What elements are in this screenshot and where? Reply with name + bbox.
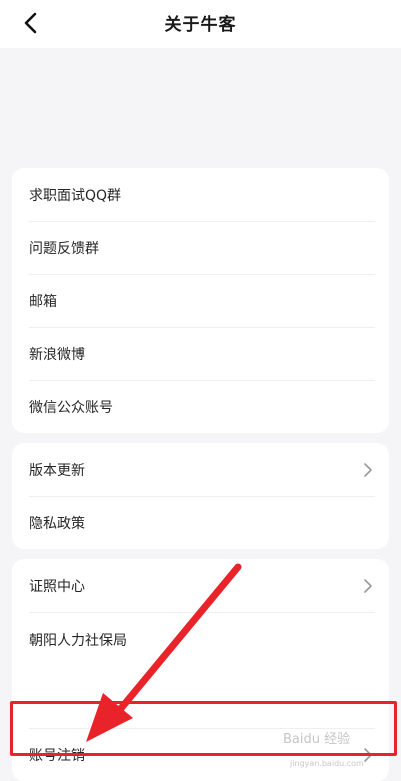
- list-item-email[interactable]: 邮箱: [12, 274, 389, 327]
- list-item-label: 朝阳人力社保局: [29, 633, 127, 649]
- navigation-bar: 关于牛客: [0, 0, 401, 48]
- list-item-label: 新浪微博: [29, 346, 85, 363]
- list-item-label: 微信公众账号: [29, 399, 113, 416]
- list-item-version-update[interactable]: 版本更新: [12, 443, 389, 496]
- watermark-url: jingyan.baidu.com: [290, 759, 364, 768]
- list-item-label: 求职面试QQ群: [29, 187, 122, 204]
- list-item-label: 证照中心: [29, 578, 85, 595]
- list-item-label: 邮箱: [29, 293, 57, 310]
- chevron-right-icon: [364, 462, 372, 477]
- page-title: 关于牛客: [164, 15, 237, 35]
- list-item-label: 问题反馈群: [29, 240, 99, 257]
- list-item-license-center[interactable]: 证照中心: [12, 559, 389, 612]
- list-item-privacy-policy[interactable]: 隐私政策: [12, 496, 389, 549]
- list-item-label: 版本更新: [29, 462, 85, 479]
- list-item-weibo[interactable]: 新浪微博: [12, 327, 389, 380]
- watermark: Baidu 经验: [283, 732, 351, 747]
- list-item-label: 隐私政策: [29, 515, 85, 532]
- contact-group: 求职面试QQ群 问题反馈群 邮箱 新浪微博 微信公众账号: [12, 168, 389, 433]
- chevron-right-icon: [364, 578, 372, 593]
- list-item-qq-group[interactable]: 求职面试QQ群: [12, 168, 389, 221]
- list-item-feedback-group[interactable]: 问题反馈群: [12, 221, 389, 274]
- app-info-group: 版本更新 隐私政策: [12, 443, 389, 549]
- list-item-wechat-account[interactable]: 微信公众账号: [12, 380, 389, 433]
